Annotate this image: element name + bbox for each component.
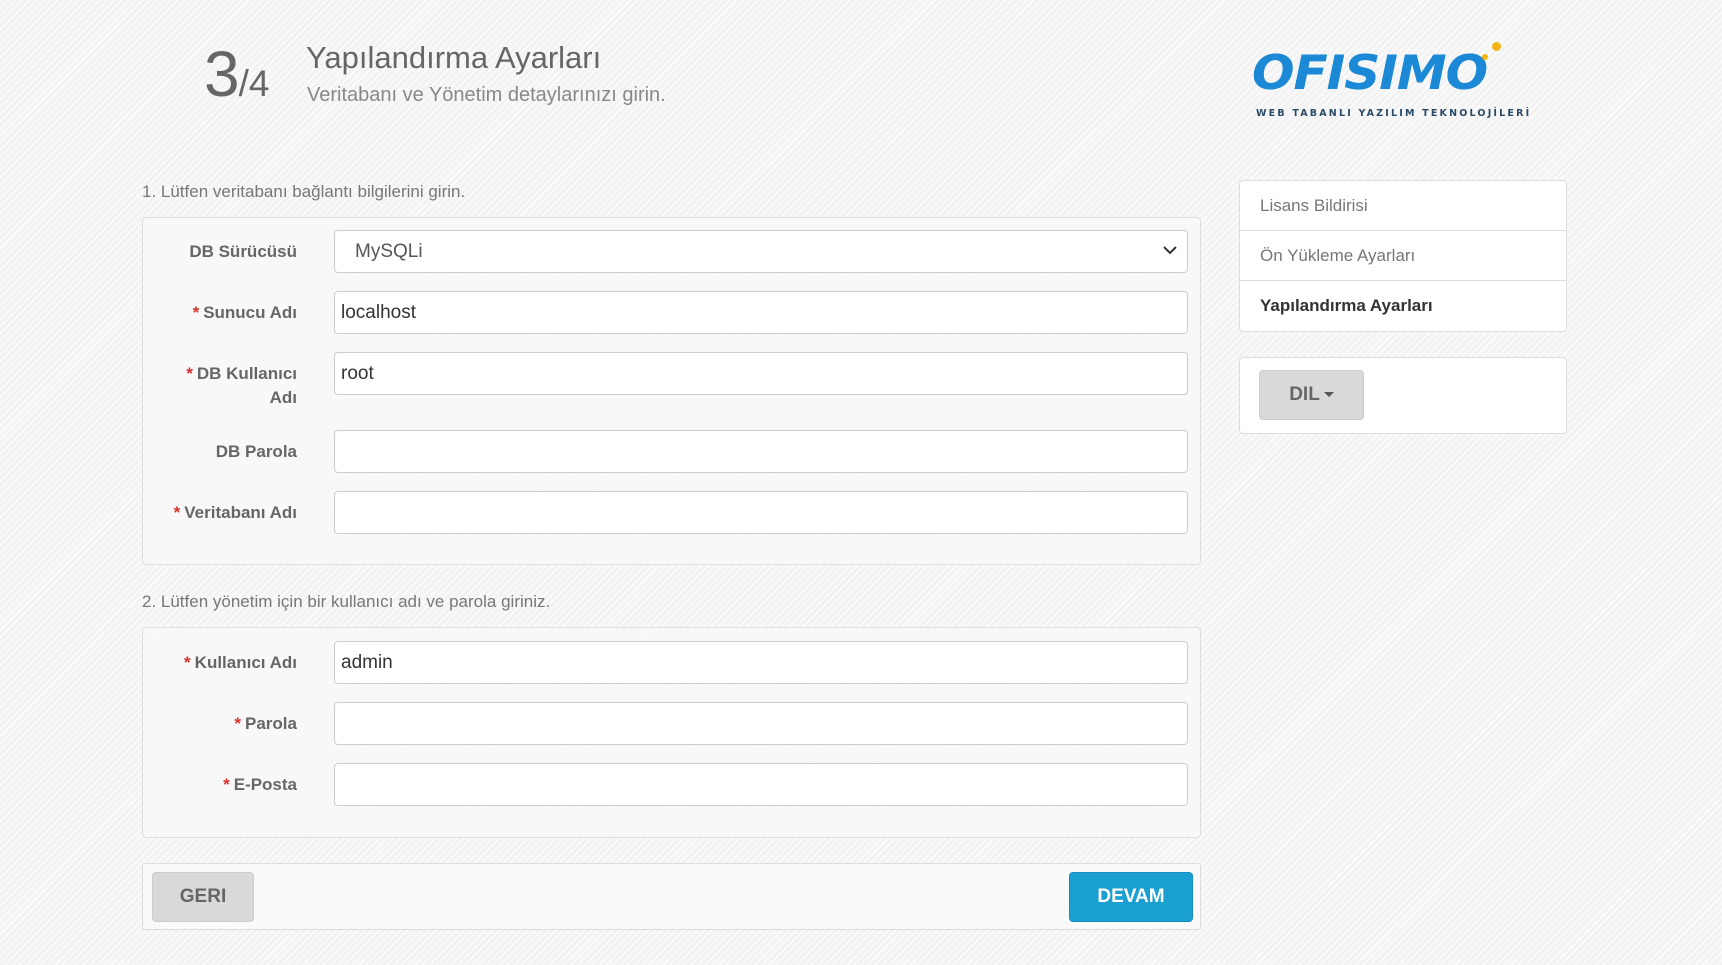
db-driver-label-text: DB Sürücüsü bbox=[189, 242, 297, 261]
company-logo: OFISIMO WEB TABANLI YAZILIM TEKNOLOJİLER… bbox=[1252, 40, 1529, 124]
db-user-label: * DB Kullanıcı Adı bbox=[157, 362, 297, 410]
sidebar-item-label: Yapılandırma Ayarları bbox=[1260, 296, 1433, 315]
back-button[interactable]: GERI bbox=[152, 872, 254, 922]
required-marker: * bbox=[192, 303, 200, 322]
sidebar-item-label: Ön Yükleme Ayarları bbox=[1260, 246, 1416, 265]
host-input[interactable] bbox=[334, 291, 1188, 334]
logo-accent-dot-small bbox=[1482, 54, 1488, 60]
admin-email-input[interactable] bbox=[334, 763, 1188, 806]
db-password-label: DB Parola bbox=[157, 440, 297, 464]
sidebar-item-label: Lisans Bildirisi bbox=[1260, 196, 1368, 215]
admin-password-label: * Parola bbox=[157, 712, 297, 736]
page-title: Yapılandırma Ayarları bbox=[306, 40, 602, 75]
host-label-text: Sunucu Adı bbox=[203, 303, 297, 322]
admin-section-label: 2. Lütfen yönetim için bir kullanıcı adı… bbox=[142, 592, 551, 611]
continue-button[interactable]: DEVAM bbox=[1069, 872, 1193, 922]
db-user-label-line2: Adı bbox=[269, 388, 297, 407]
page-subtitle: Veritabanı ve Yönetim detaylarınızı giri… bbox=[307, 84, 666, 106]
db-settings-panel: DB Sürücüsü MySQLi *Sunucu Adı *DB Kulla… bbox=[142, 217, 1201, 565]
admin-password-input[interactable] bbox=[334, 702, 1188, 745]
db-password-input[interactable] bbox=[334, 430, 1188, 473]
sidebar-item-configuration[interactable]: Yapılandırma Ayarları bbox=[1240, 281, 1566, 331]
db-name-label: * Veritabanı Adı bbox=[157, 501, 297, 525]
logo-tagline: WEB TABANLI YAZILIM TEKNOLOJİLERİ bbox=[1256, 108, 1532, 119]
sidebar-item-preinstall[interactable]: Ön Yükleme Ayarları bbox=[1240, 231, 1566, 281]
admin-username-input[interactable] bbox=[334, 641, 1188, 684]
db-user-input[interactable] bbox=[334, 352, 1188, 395]
admin-email-label: * E-Posta bbox=[157, 773, 297, 797]
admin-email-label-text: E-Posta bbox=[233, 775, 297, 794]
step-total: /4 bbox=[238, 63, 270, 104]
required-marker: * bbox=[186, 364, 193, 383]
install-steps-sidebar: Lisans Bildirisi Ön Yükleme Ayarları Yap… bbox=[1239, 180, 1567, 332]
step-indicator: 3/4 bbox=[204, 42, 269, 106]
db-name-input[interactable] bbox=[334, 491, 1188, 534]
logo-wordmark: OFISIMO bbox=[1252, 45, 1488, 101]
caret-down-icon bbox=[1323, 392, 1334, 398]
admin-username-label: * Kullanıcı Adı bbox=[157, 651, 297, 675]
step-current: 3 bbox=[204, 38, 240, 110]
required-marker: * bbox=[223, 775, 230, 794]
db-driver-select[interactable]: MySQLi bbox=[334, 230, 1188, 273]
db-driver-label: DB Sürücüsü bbox=[157, 240, 297, 264]
admin-username-label-text: Kullanıcı Adı bbox=[194, 653, 297, 672]
required-marker: * bbox=[173, 503, 181, 522]
required-marker: * bbox=[184, 653, 191, 672]
db-name-label-text: Veritabanı Adı bbox=[184, 503, 297, 522]
db-user-label-line1: DB Kullanıcı bbox=[196, 364, 297, 383]
logo-accent-dot bbox=[1492, 42, 1501, 51]
required-marker: * bbox=[234, 714, 242, 733]
language-button-label: DIL bbox=[1289, 384, 1320, 405]
sidebar-item-license[interactable]: Lisans Bildirisi bbox=[1240, 181, 1566, 231]
form-actions-bar: GERI DEVAM bbox=[142, 863, 1201, 930]
admin-settings-panel: *Kullanıcı Adı *Parola *E-Posta bbox=[142, 627, 1201, 838]
host-label: * Sunucu Adı bbox=[157, 301, 297, 325]
admin-password-label-text: Parola bbox=[245, 714, 297, 733]
db-password-label-text: DB Parola bbox=[215, 442, 297, 461]
language-panel: DIL bbox=[1239, 357, 1567, 434]
language-dropdown-button[interactable]: DIL bbox=[1259, 370, 1364, 420]
db-section-label: 1. Lütfen veritabanı bağlantı bilgilerin… bbox=[142, 182, 466, 201]
